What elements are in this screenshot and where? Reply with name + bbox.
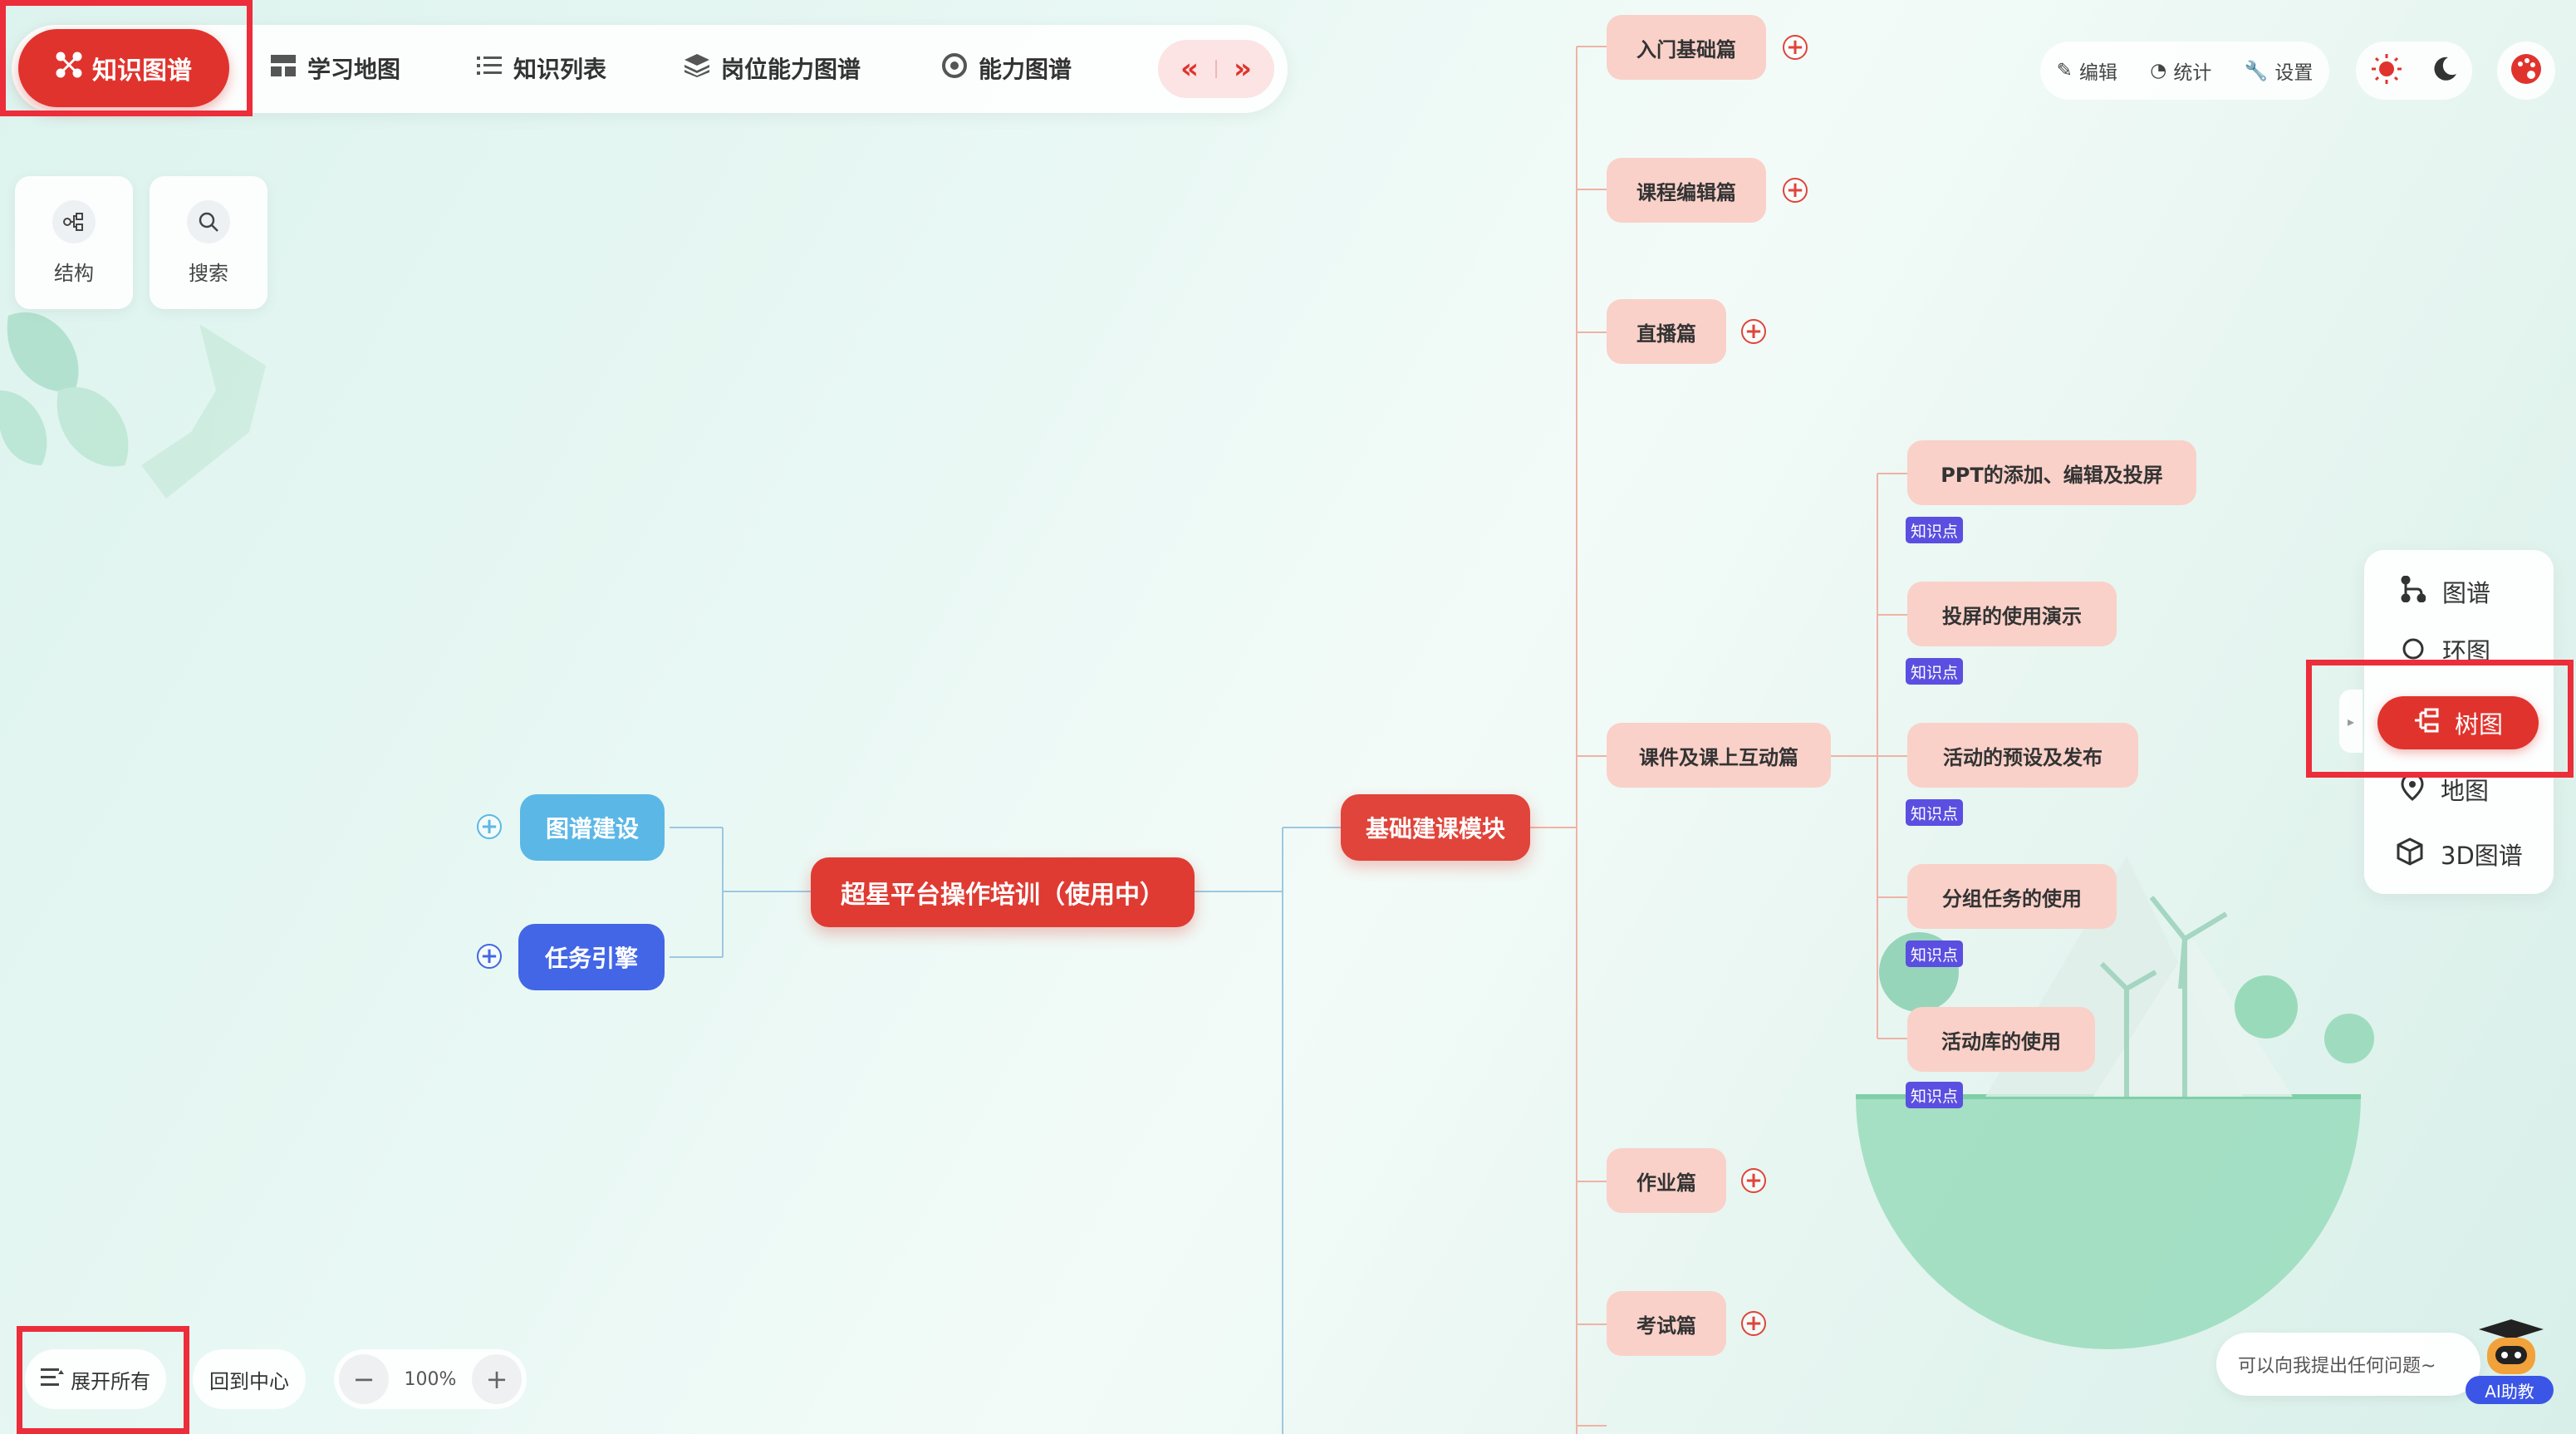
ai-assistant-badge[interactable]: AI助教 xyxy=(2466,1376,2554,1404)
back-center-label: 回到中心 xyxy=(209,1369,289,1393)
cube-icon xyxy=(2396,837,2424,872)
node-label: 任务引擎 xyxy=(544,945,638,972)
nav-capability-graph[interactable]: 能力图谱 xyxy=(942,30,1072,106)
knowledge-badge: 知识点 xyxy=(1906,658,1964,685)
search-icon xyxy=(187,199,230,243)
expand-chapter[interactable]: + xyxy=(1783,35,1808,60)
node-root[interactable]: 超星平台操作培训（使用中） xyxy=(811,857,1195,927)
stats-button[interactable]: ◔ 统计 xyxy=(2150,56,2211,85)
chapter-label: 课件及课上互动篇 xyxy=(1639,745,1798,769)
node-chapter[interactable]: 入门基础篇 xyxy=(1607,15,1766,80)
node-label: 图谱建设 xyxy=(545,815,639,842)
node-knowledge-point[interactable]: 活动的预设及发布 xyxy=(1907,723,2138,788)
nav-knowledge-list[interactable]: 知识列表 xyxy=(477,30,606,106)
nav-scroll-arrows: « » xyxy=(1158,40,1274,98)
nav-job-capability-graph-label: 岗位能力图谱 xyxy=(721,56,861,83)
ai-prompt-text: 可以向我提出任何问题~ xyxy=(2238,1356,2436,1377)
zoom-level: 100% xyxy=(404,1368,457,1390)
mindmap-connectors xyxy=(670,46,1907,1434)
nav-prev-button[interactable]: « xyxy=(1180,52,1199,86)
nav-study-map-label: 学习地图 xyxy=(307,56,401,83)
nav-study-map[interactable]: 学习地图 xyxy=(271,30,400,106)
search-label: 搜索 xyxy=(189,261,228,285)
module-label: 基础建课模块 xyxy=(1365,815,1505,842)
chapter-label: 直播篇 xyxy=(1636,322,1696,346)
knowledge-badge: 知识点 xyxy=(1906,940,1964,967)
palette-icon xyxy=(2510,52,2543,89)
wrench-icon: 🔧 xyxy=(2244,60,2269,82)
node-knowledge-point[interactable]: 分组任务的使用 xyxy=(1907,864,2117,929)
expand-chapter[interactable]: + xyxy=(1741,319,1766,344)
chapter-label: 作业篇 xyxy=(1636,1171,1696,1195)
node-task-engine[interactable]: 任务引擎 xyxy=(518,924,665,990)
theme-toggle xyxy=(2356,42,2472,100)
zoom-out-button[interactable]: − xyxy=(339,1354,389,1404)
knowledge-label: 分组任务的使用 xyxy=(1942,886,2082,911)
nav-next-button[interactable]: » xyxy=(1234,52,1252,86)
zoom-control: − 100% + xyxy=(334,1349,527,1409)
expand-chapter[interactable]: + xyxy=(1741,1311,1766,1336)
expand-task-engine[interactable]: + xyxy=(477,944,502,969)
edit-button[interactable]: ✎ 编辑 xyxy=(2057,56,2117,85)
branch-icon xyxy=(2401,575,2426,608)
node-knowledge-point[interactable]: 活动库的使用 xyxy=(1907,1007,2095,1072)
palette-button[interactable] xyxy=(2497,42,2555,100)
knowledge-badge: 知识点 xyxy=(1906,799,1964,826)
root-label: 超星平台操作培训（使用中） xyxy=(841,881,1165,910)
nav-job-capability-graph[interactable]: 岗位能力图谱 xyxy=(684,30,861,106)
knowledge-label: 投屏的使用演示 xyxy=(1942,604,2082,628)
search-button[interactable]: 搜索 xyxy=(150,176,267,309)
knowledge-badge: 知识点 xyxy=(1906,1082,1964,1108)
moon-icon[interactable] xyxy=(2431,56,2458,86)
expand-chapter[interactable]: + xyxy=(1783,178,1808,203)
list-icon xyxy=(477,55,502,82)
node-knowledge-point[interactable]: 投屏的使用演示 xyxy=(1907,582,2117,646)
pie-chart-icon: ◔ xyxy=(2150,60,2167,81)
sun-icon[interactable] xyxy=(2371,53,2402,88)
knowledge-label: 活动的预设及发布 xyxy=(1943,745,2103,769)
highlight-box xyxy=(0,0,253,116)
top-tools: ✎ 编辑 ◔ 统计 🔧 设置 xyxy=(2040,42,2329,100)
settings-button[interactable]: 🔧 设置 xyxy=(2245,56,2313,85)
node-basic-course-module[interactable]: 基础建课模块 xyxy=(1341,794,1530,861)
stats-label: 统计 xyxy=(2173,62,2212,84)
nav-knowledge-list-label: 知识列表 xyxy=(513,56,607,83)
structure-icon xyxy=(52,199,96,243)
view-graph[interactable]: 图谱 xyxy=(2401,565,2490,618)
settings-label: 设置 xyxy=(2274,62,2313,84)
knowledge-label: 活动库的使用 xyxy=(1941,1029,2061,1053)
expand-graph-construction[interactable]: + xyxy=(477,814,502,839)
chapter-label: 入门基础篇 xyxy=(1636,37,1736,61)
ai-prompt-bubble[interactable]: 可以向我提出任何问题~ xyxy=(2216,1333,2480,1396)
node-chapter[interactable]: 考试篇 xyxy=(1607,1291,1726,1356)
divider xyxy=(1215,60,1217,78)
node-knowledge-point[interactable]: PPT的添加、编辑及投屏 xyxy=(1907,440,2196,505)
structure-button[interactable]: 结构 xyxy=(15,176,133,309)
node-chapter[interactable]: 直播篇 xyxy=(1607,299,1726,364)
expand-chapter[interactable]: + xyxy=(1741,1168,1766,1193)
highlight-box xyxy=(2306,660,2574,778)
view-graph-label: 图谱 xyxy=(2442,579,2491,607)
node-chapter[interactable]: 课程编辑篇 xyxy=(1607,158,1766,223)
nav-capability-graph-label: 能力图谱 xyxy=(979,56,1072,83)
back-to-center-button[interactable]: 回到中心 xyxy=(193,1349,306,1409)
node-chapter[interactable]: 课件及课上互动篇 xyxy=(1607,723,1831,788)
node-chapter[interactable]: 作业篇 xyxy=(1607,1148,1726,1213)
layout-icon xyxy=(271,54,296,82)
knowledge-label: PPT的添加、编辑及投屏 xyxy=(1941,463,2163,487)
layers-icon xyxy=(684,53,709,83)
highlight-box xyxy=(17,1326,189,1434)
edit-label: 编辑 xyxy=(2078,62,2117,84)
node-graph-construction[interactable]: 图谱建设 xyxy=(520,794,665,861)
view-3d-graph[interactable]: 3D图谱 xyxy=(2396,827,2523,881)
pencil-icon: ✎ xyxy=(2056,60,2073,81)
knowledge-badge: 知识点 xyxy=(1906,517,1964,543)
target-icon xyxy=(942,52,967,84)
zoom-in-button[interactable]: + xyxy=(472,1354,522,1404)
structure-label: 结构 xyxy=(54,261,94,285)
view-3d-graph-label: 3D图谱 xyxy=(2441,842,2523,870)
robot-icon[interactable] xyxy=(2475,1318,2547,1384)
chapter-label: 课程编辑篇 xyxy=(1636,180,1736,204)
chapter-label: 考试篇 xyxy=(1636,1314,1696,1338)
